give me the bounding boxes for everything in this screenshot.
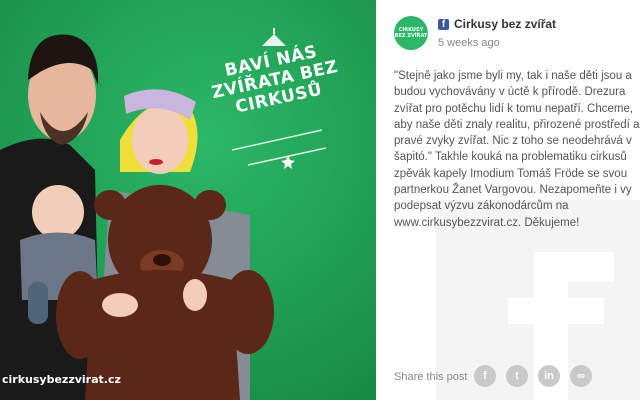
post-photo[interactable]: BAVÍ NÁS ZVÍŘATA BEZ CIRKUSŮ cirkusybezz…: [0, 0, 376, 400]
post-text: "Stejně jako jsme byli my, tak i naše dě…: [394, 70, 640, 229]
avatar[interactable]: CIRKUSY BEZ ZVÍŘAT: [394, 16, 428, 50]
post-panel: CIRKUSY BEZ ZVÍŘAT f Cirkusy bez zvířat …: [376, 0, 640, 400]
facebook-share-button[interactable]: f: [474, 365, 496, 387]
linkedin-share-button[interactable]: in: [538, 365, 560, 387]
share-label: Share this post: [394, 371, 468, 383]
twitter-share-button[interactable]: t: [506, 365, 528, 387]
photo-site-url: cirkusybezzvirat.cz: [2, 373, 121, 386]
post-timestamp[interactable]: 5 weeks ago: [438, 37, 500, 49]
copy-link-button[interactable]: ∞: [570, 365, 592, 387]
post-author[interactable]: Cirkusy bez zvířat: [454, 17, 556, 31]
facebook-icon: f: [438, 19, 449, 30]
